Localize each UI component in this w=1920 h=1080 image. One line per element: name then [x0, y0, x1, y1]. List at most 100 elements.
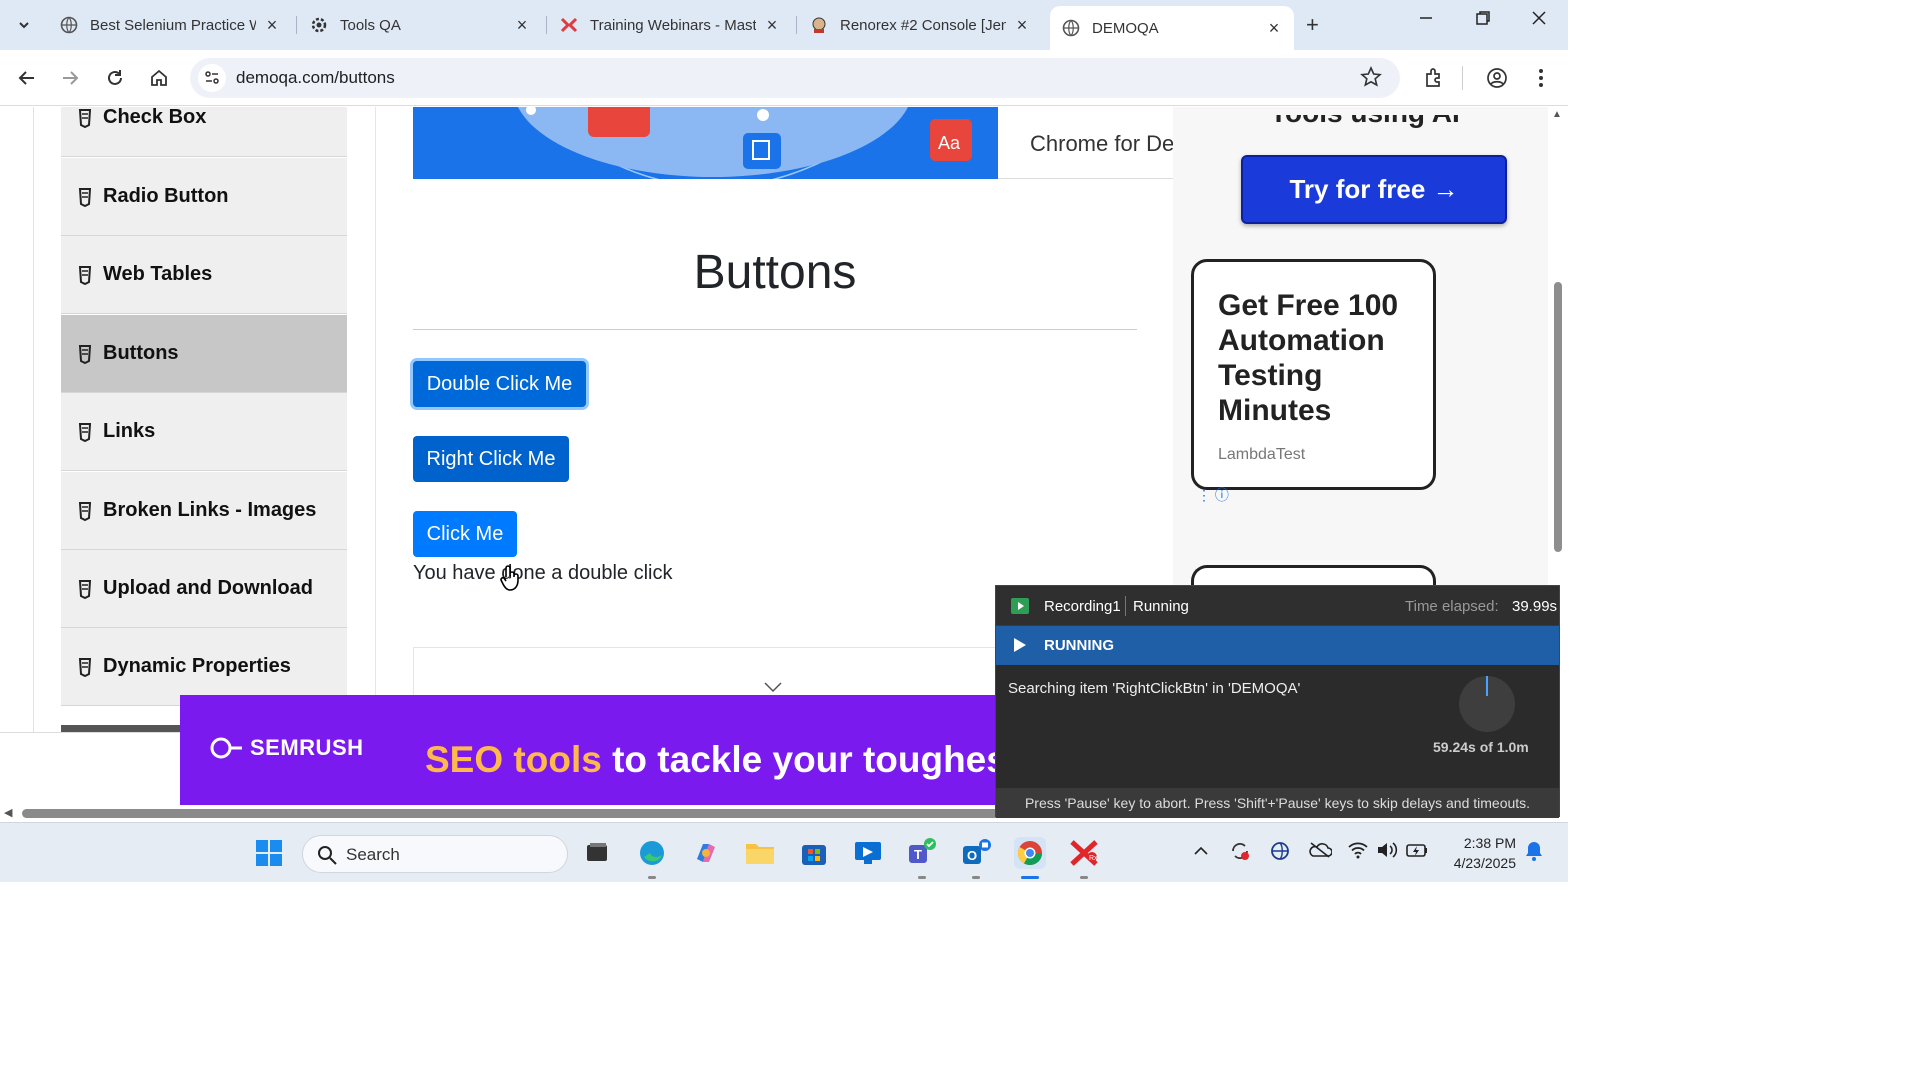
- restore-icon[interactable]: [1475, 10, 1491, 31]
- ranorex-icon[interactable]: Rx: [1068, 837, 1100, 869]
- remote-desktop-icon[interactable]: [852, 837, 884, 869]
- tab-search-button[interactable]: [8, 9, 40, 41]
- running-bar: RUNNING: [996, 626, 1559, 665]
- chevron-down-icon: [19, 22, 29, 29]
- close-icon[interactable]: ×: [264, 15, 280, 36]
- search-icon: [318, 846, 337, 865]
- file-icon: [77, 501, 95, 521]
- extensions-icon[interactable]: [1419, 64, 1447, 92]
- lambdatest-ad-card[interactable]: Get Free 100 Automation Testing Minutes …: [1191, 259, 1436, 490]
- vpn-globe-icon[interactable]: [1269, 840, 1291, 867]
- notification-bell-icon[interactable]: [1524, 840, 1544, 867]
- tab-training-webinars[interactable]: Training Webinars - Mast ×: [548, 6, 792, 44]
- try-for-free-button[interactable]: Try for free →: [1241, 155, 1507, 224]
- image-icon: [588, 107, 650, 137]
- sidebar-item-label: Links: [103, 420, 156, 442]
- sidebar-item-web-tables[interactable]: Web Tables: [61, 236, 347, 314]
- globe-icon: [60, 16, 78, 34]
- site-info-icon[interactable]: [198, 64, 226, 92]
- sidebar-item-broken-links[interactable]: Broken Links - Images: [61, 472, 347, 550]
- sidebar-item-label: Check Box: [103, 107, 207, 128]
- sidebar-item-buttons[interactable]: Buttons: [61, 315, 347, 393]
- sidebar-item-links[interactable]: Links: [61, 393, 347, 471]
- tray-overflow-icon[interactable]: [1193, 843, 1209, 861]
- recorder-panel: Recording1 Running Time elapsed: 39.99s …: [995, 585, 1560, 818]
- page-title: Buttons: [693, 246, 857, 299]
- semrush-ad[interactable]: SEMRUSH SEO tools to tackle your toughes…: [180, 695, 996, 805]
- file-icon: [77, 265, 95, 285]
- tab-title: Training Webinars - Mast: [590, 16, 756, 34]
- recorder-footer-hint: Press 'Pause' key to abort. Press 'Shift…: [996, 788, 1559, 818]
- scrollbar-thumb[interactable]: [1554, 282, 1562, 552]
- close-icon[interactable]: ×: [514, 15, 530, 36]
- windows-start-icon[interactable]: [253, 837, 285, 869]
- recording-icon: [1011, 598, 1029, 614]
- edge-icon[interactable]: [636, 837, 668, 869]
- copilot-icon[interactable]: [690, 837, 722, 869]
- home-icon[interactable]: [145, 64, 173, 92]
- jenkins-icon: [810, 16, 828, 34]
- menu-kebab-icon[interactable]: [1527, 64, 1555, 92]
- double-click-button[interactable]: Double Click Me: [413, 361, 586, 407]
- chevron-down-icon[interactable]: [764, 676, 782, 697]
- close-icon[interactable]: ×: [1266, 18, 1282, 39]
- recorder-message: Searching item 'RightClickBtn' in 'DEMOQ…: [1008, 680, 1301, 697]
- tab-demoqa[interactable]: DEMOQA ×: [1050, 6, 1294, 50]
- banner-right-text: Chrome for De: [1030, 131, 1174, 156]
- forward-icon[interactable]: [56, 64, 84, 92]
- taskbar-search[interactable]: Search: [302, 835, 568, 873]
- scroll-up-icon[interactable]: ▲: [1552, 109, 1562, 120]
- task-view-icon[interactable]: [581, 837, 613, 869]
- play-icon: [1014, 638, 1026, 652]
- back-icon[interactable]: [13, 64, 41, 92]
- ad-brand: LambdaTest: [1218, 446, 1306, 463]
- sidebar-item-check-box[interactable]: Check Box: [61, 107, 347, 157]
- file-explorer-icon[interactable]: [744, 837, 776, 869]
- chrome-banner-ad[interactable]: Aa: [413, 107, 998, 179]
- sidebar-item-upload-download[interactable]: Upload and Download: [61, 550, 347, 628]
- bookmark-star-icon[interactable]: [1360, 66, 1382, 93]
- recorder-header: Recording1 Running Time elapsed: 39.99s: [996, 586, 1559, 626]
- recording-state: Running: [1133, 598, 1189, 615]
- battery-icon[interactable]: [1405, 840, 1429, 865]
- taskbar-clock[interactable]: 2:38 PM 4/23/2025: [1440, 833, 1516, 873]
- tab-selenium-practice[interactable]: Best Selenium Practice W ×: [48, 6, 292, 44]
- gear-icon: [310, 16, 328, 34]
- banner-text-panel: Chrome for De: [998, 107, 1174, 179]
- chrome-icon[interactable]: [1014, 837, 1046, 869]
- teams-icon[interactable]: T: [906, 837, 938, 869]
- address-bar[interactable]: demoqa.com/buttons: [190, 58, 1400, 98]
- onedrive-icon[interactable]: [1308, 840, 1333, 865]
- file-icon: [77, 657, 95, 677]
- close-icon[interactable]: ×: [1014, 15, 1030, 36]
- semrush-slogan: SEO tools to tackle your toughest: [425, 739, 996, 780]
- semrush-logo: SEMRUSH: [210, 735, 364, 761]
- new-tab-button[interactable]: +: [1306, 12, 1319, 38]
- ad-info-icon[interactable]: ⋮ ⓘ: [1197, 485, 1229, 505]
- microsoft-store-icon[interactable]: [798, 837, 830, 869]
- time-elapsed-label: Time elapsed:: [1405, 598, 1499, 615]
- sidebar-item-label: Upload and Download: [103, 577, 313, 599]
- volume-icon[interactable]: [1376, 840, 1398, 865]
- sync-alert-icon[interactable]: [1229, 840, 1251, 867]
- tab-strip: Best Selenium Practice W × Tools QA × Tr…: [0, 0, 1568, 50]
- file-icon: [77, 579, 95, 599]
- tricentis-icon: [560, 16, 578, 34]
- wifi-icon[interactable]: [1347, 840, 1369, 865]
- profile-icon[interactable]: [1483, 64, 1511, 92]
- right-click-button[interactable]: Right Click Me: [413, 436, 569, 482]
- tab-ranorex-console[interactable]: Renorex #2 Console [Jenk ×: [798, 6, 1042, 44]
- minimize-icon[interactable]: [1418, 10, 1434, 31]
- reload-icon[interactable]: [101, 64, 129, 92]
- scroll-left-icon[interactable]: ◀: [4, 806, 12, 819]
- running-status: RUNNING: [1044, 637, 1114, 654]
- copy-icon: [743, 133, 781, 169]
- globe-icon: [1062, 19, 1080, 37]
- sidebar-item-label: Radio Button: [103, 185, 229, 207]
- tab-tools-qa[interactable]: Tools QA ×: [298, 6, 542, 44]
- close-icon[interactable]: ×: [764, 15, 780, 36]
- sidebar-item-radio-button[interactable]: Radio Button: [61, 158, 347, 236]
- click-me-button[interactable]: Click Me: [413, 511, 517, 557]
- window-close-icon[interactable]: [1531, 10, 1547, 31]
- outlook-icon[interactable]: O: [960, 837, 992, 869]
